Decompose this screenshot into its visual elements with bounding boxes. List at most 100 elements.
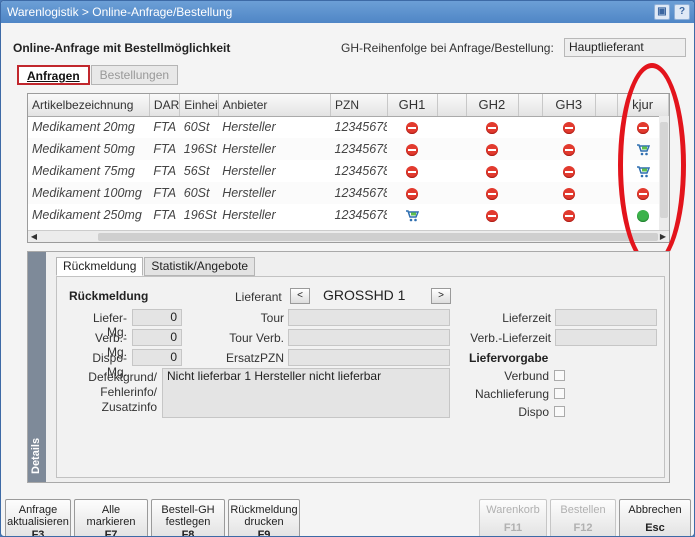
article-grid: Artikelbezeichnung DAR Einheit Anbieter …	[27, 93, 670, 243]
warenkorb-button[interactable]: Warenkorb F11	[479, 499, 547, 536]
verb-mg-field[interactable]: 0	[132, 329, 182, 346]
cell-anbieter: Hersteller	[222, 120, 276, 135]
lieferzeit-label: Lieferzeit	[502, 311, 551, 325]
cell-artikel: Medikament 75mg	[32, 164, 135, 178]
not-available-icon	[562, 121, 575, 134]
cell-anbieter: Hersteller	[218, 138, 331, 160]
cell-einheit: 196St	[183, 208, 217, 222]
col-anbieter[interactable]: Anbieter	[218, 94, 332, 117]
anfrage-aktualisieren-button[interactable]: Anfrage aktualisieren F3	[5, 499, 71, 536]
cell-gh2[interactable]	[466, 182, 519, 204]
cell-gh1[interactable]	[387, 160, 438, 182]
dispo-checkbox[interactable]	[554, 406, 565, 417]
cell-einheit: 56St	[183, 164, 210, 178]
cell-pzn: 12345678	[330, 138, 388, 160]
tour-verb-label: Tour Verb.	[229, 331, 284, 345]
tab-rueckmeldung[interactable]: Rückmeldung	[56, 257, 144, 276]
alle-markieren-button[interactable]: Alle markieren F7	[74, 499, 148, 536]
table-row[interactable]: Medikament 75mg FTA 56St Hersteller 12345678	[28, 160, 669, 182]
tab-anfragen[interactable]: Anfragen	[17, 65, 90, 85]
table-row[interactable]: Medikament 100mg FTA 60St Hersteller 1234567…	[28, 182, 669, 204]
tour-verb-field[interactable]	[288, 329, 450, 346]
defekt-text-field[interactable]: Nicht lieferbar 1 Hersteller nicht liefe…	[162, 368, 450, 418]
not-available-icon	[485, 187, 498, 200]
cell-gh2[interactable]	[466, 138, 519, 160]
lieferant-prev-button[interactable]: <	[290, 288, 310, 304]
grid-header: Artikelbezeichnung DAR Einheit Anbieter …	[28, 94, 669, 117]
not-available-icon	[562, 187, 575, 200]
liefer-mg-field[interactable]: 0	[132, 309, 182, 326]
cell-gh1[interactable]	[387, 138, 438, 160]
cell-einheit: 60St	[183, 120, 210, 135]
cell-gh3[interactable]	[543, 116, 596, 138]
nachlieferung-checkbox[interactable]	[554, 388, 565, 399]
verb-lieferzeit-label: Verb.-Lieferzeit	[470, 331, 551, 345]
section-title: Rückmeldung	[69, 289, 149, 303]
cell-pzn: 12345678	[334, 208, 388, 222]
rueckmeldung-drucken-button[interactable]: Rückmeldung drucken F9	[228, 499, 300, 536]
cell-pzn: 12345678	[334, 164, 388, 178]
cell-gh2[interactable]	[466, 160, 519, 182]
help-icon[interactable]: ?	[674, 4, 690, 20]
col-einheit[interactable]: Einheit	[179, 94, 219, 117]
cell-anbieter: Hersteller	[222, 164, 276, 178]
cell-gh3[interactable]	[542, 182, 596, 204]
cell-gh2[interactable]	[466, 204, 519, 226]
col-dar[interactable]: DAR	[149, 94, 181, 117]
lieferant-value: GROSSHD 1	[323, 287, 406, 303]
cell-gh1[interactable]	[387, 182, 438, 204]
window-title: Warenlogistik > Online-Anfrage/Bestellun…	[7, 5, 233, 19]
cell-gh1[interactable]	[387, 204, 438, 226]
cell-anbieter: Hersteller	[218, 182, 331, 204]
tab-bestellungen[interactable]: Bestellungen	[90, 65, 179, 85]
not-available-icon	[405, 187, 418, 200]
order-value-field[interactable]: Hauptlieferant	[564, 38, 686, 57]
not-available-icon	[485, 143, 498, 156]
not-available-icon	[485, 209, 498, 222]
defekt-label-2: Fehlerinfo/	[100, 385, 157, 399]
bestell-gh-festlegen-button[interactable]: Bestell-GH festlegen F8	[151, 499, 225, 536]
cell-gh1[interactable]	[387, 116, 438, 138]
abbrechen-button[interactable]: Abbrechen Esc	[619, 499, 691, 536]
cell-gh2[interactable]	[466, 116, 519, 138]
verb-lieferzeit-field[interactable]	[555, 329, 657, 346]
highlight-ellipse	[618, 63, 686, 267]
tab-statistik[interactable]: Statistik/Angebote	[144, 257, 256, 276]
col-artikel[interactable]: Artikelbezeichnung	[28, 94, 150, 117]
cell-gh3[interactable]	[543, 160, 596, 182]
cell-gh3[interactable]	[543, 204, 596, 226]
col-pzn[interactable]: PZN	[330, 94, 388, 117]
layout-icon[interactable]: ▣	[654, 4, 670, 20]
col-spacer	[518, 94, 544, 117]
lieferant-next-button[interactable]: >	[431, 288, 451, 304]
not-available-icon	[485, 165, 498, 178]
app-window: Warenlogistik > Online-Anfrage/Bestellun…	[0, 0, 695, 537]
not-available-icon	[405, 165, 418, 178]
title-bar: Warenlogistik > Online-Anfrage/Bestellun…	[1, 1, 694, 23]
table-row[interactable]: Medikament 250mg FTA 196St Hersteller 123456…	[28, 204, 669, 226]
cell-dar: FTA	[153, 120, 177, 135]
grid-hscroll[interactable]: ◀ ▶	[28, 230, 669, 242]
cell-artikel: Medikament 50mg	[28, 138, 150, 160]
bestellen-button[interactable]: Bestellen F12	[550, 499, 616, 536]
col-spacer	[437, 94, 467, 117]
dispo-mg-field[interactable]: 0	[132, 349, 182, 366]
col-gh1[interactable]: GH1	[387, 94, 439, 117]
detail-tabs: Rückmeldung Statistik/Angebote	[56, 257, 256, 276]
verbund-checkbox[interactable]	[554, 370, 565, 381]
lieferzeit-field[interactable]	[555, 309, 657, 326]
verbund-label: Verbund	[504, 369, 549, 383]
ersatz-pzn-field[interactable]	[288, 349, 450, 366]
nachlieferung-label: Nachlieferung	[474, 387, 549, 401]
col-gh2[interactable]: GH2	[466, 94, 520, 117]
col-gh3[interactable]: GH3	[542, 94, 597, 117]
table-row[interactable]: Medikament 50mg FTA 196St Hersteller 1234567…	[28, 138, 669, 160]
tour-field[interactable]	[288, 309, 450, 326]
cell-artikel: Medikament 250mg	[32, 208, 142, 222]
order-label: GH-Reihenfolge bei Anfrage/Bestellung:	[341, 41, 554, 55]
scroll-left-icon[interactable]: ◀	[29, 232, 39, 242]
cell-gh3[interactable]	[542, 138, 596, 160]
table-row[interactable]: Medikament 20mg FTA 60St Hersteller 12345678	[28, 116, 669, 138]
col-spacer	[595, 94, 619, 117]
rueckmeldung-panel: Rückmeldung Lieferant < GROSSHD 1 > Lief…	[56, 276, 665, 478]
